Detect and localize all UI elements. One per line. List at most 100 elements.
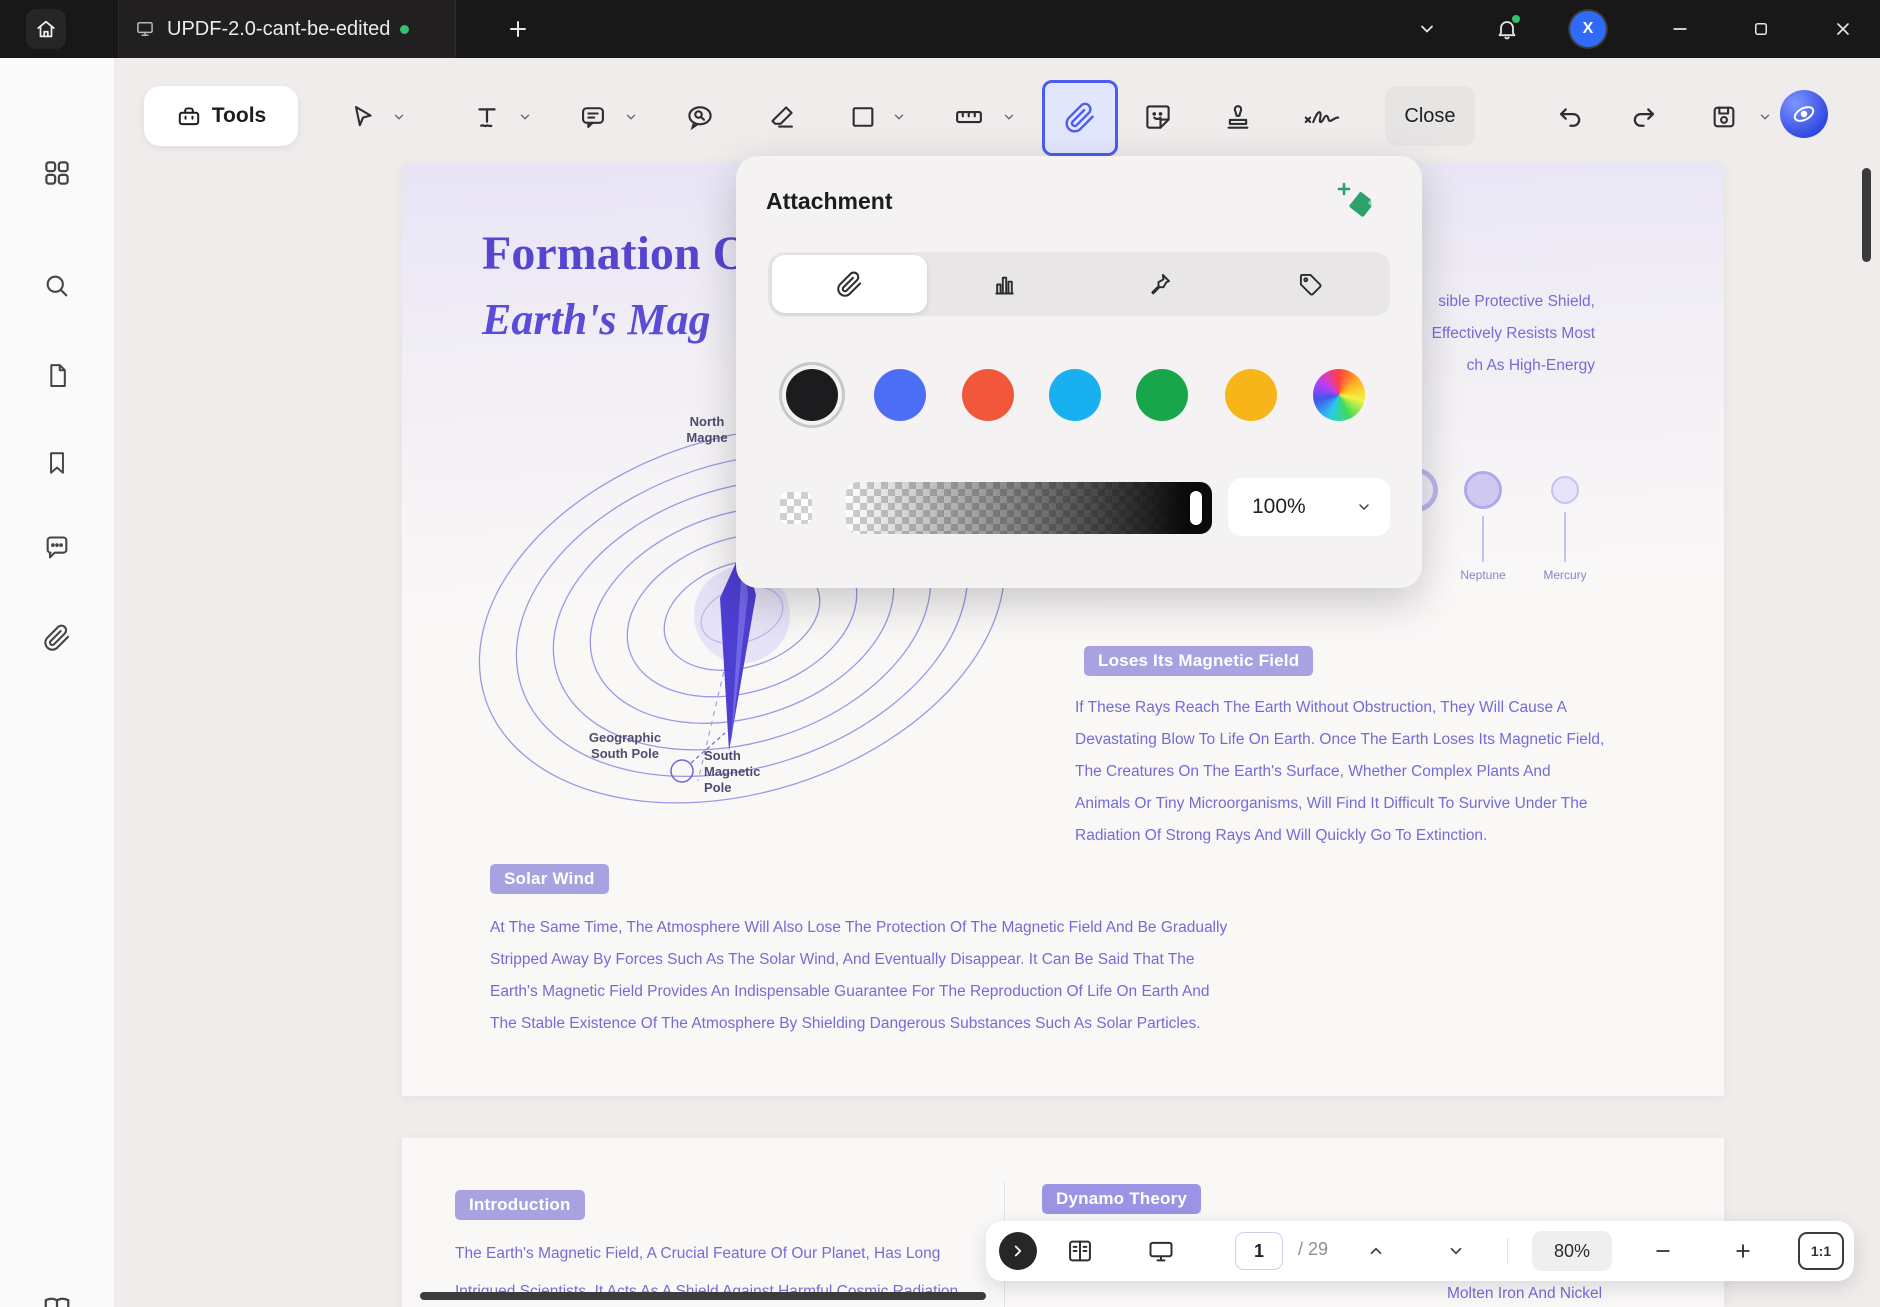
titlebar: UPDF-2.0-cant-be-edited X bbox=[0, 0, 1880, 58]
user-avatar[interactable]: X bbox=[1570, 11, 1606, 47]
eraser-tool[interactable] bbox=[765, 100, 799, 134]
presentation-button[interactable] bbox=[1144, 1234, 1178, 1268]
swatch-yellow[interactable] bbox=[1225, 369, 1277, 421]
badge-dynamo-theory: Dynamo Theory bbox=[1042, 1184, 1202, 1214]
swatch-blue[interactable] bbox=[874, 369, 926, 421]
tab-attachment[interactable] bbox=[772, 255, 927, 313]
opacity-dropdown[interactable]: 100% bbox=[1228, 478, 1390, 536]
paragraph-loses: If These Rays Reach The Earth Without Ob… bbox=[1075, 699, 1605, 844]
swatch-green[interactable] bbox=[1136, 369, 1188, 421]
zoom-level-button[interactable]: 80% bbox=[1532, 1231, 1612, 1271]
save-chevron[interactable] bbox=[1758, 109, 1774, 125]
select-tool[interactable] bbox=[346, 100, 380, 134]
apps-grid-icon[interactable] bbox=[40, 156, 74, 190]
badge-loses-magnetic-field: Loses Its Magnetic Field bbox=[1084, 646, 1314, 676]
opacity-gradient bbox=[846, 482, 1212, 534]
next-page-button[interactable] bbox=[1439, 1234, 1473, 1268]
tools-button-label: Tools bbox=[211, 104, 267, 127]
transparency-chip[interactable] bbox=[780, 492, 812, 524]
left-sidebar bbox=[0, 58, 115, 1307]
avatar-letter: X bbox=[1582, 20, 1594, 37]
titlebar-chevron-down[interactable] bbox=[1409, 11, 1445, 47]
unsaved-changes-dot bbox=[400, 24, 410, 34]
horizontal-scrollbar[interactable] bbox=[420, 1292, 986, 1300]
toolbox-icon bbox=[176, 103, 202, 129]
vertical-scrollbar[interactable] bbox=[1862, 168, 1871, 262]
maximize-button[interactable] bbox=[1743, 11, 1779, 47]
badge-introduction: Introduction bbox=[455, 1190, 585, 1220]
document-tab[interactable]: UPDF-2.0-cant-be-edited bbox=[118, 0, 456, 58]
comment-tool-chevron[interactable] bbox=[624, 109, 640, 125]
close-window-button[interactable] bbox=[1825, 11, 1861, 47]
redo-button[interactable] bbox=[1626, 100, 1660, 134]
previous-page-button[interactable] bbox=[1359, 1234, 1393, 1268]
search-icon[interactable] bbox=[40, 269, 74, 303]
stamp-tool[interactable] bbox=[1221, 100, 1255, 134]
save-button[interactable] bbox=[1707, 100, 1741, 134]
notifications-button[interactable] bbox=[1489, 11, 1525, 47]
attachment-panel-title: Attachment bbox=[766, 188, 893, 214]
paperclip-icon[interactable] bbox=[40, 621, 74, 655]
neptune-tick bbox=[1482, 516, 1484, 562]
square-shape-chevron[interactable] bbox=[892, 109, 908, 125]
intro-line-1: The Earth's Magnetic Field, A Crucial Fe… bbox=[455, 1245, 941, 1262]
reader-mode-icon[interactable] bbox=[40, 1292, 74, 1307]
text-tool[interactable] bbox=[470, 100, 504, 134]
bar-divider bbox=[1507, 1238, 1508, 1264]
swatch-red[interactable] bbox=[962, 369, 1014, 421]
swatch-rainbow[interactable] bbox=[1313, 369, 1365, 421]
monitor-icon bbox=[135, 19, 155, 39]
file-icon[interactable] bbox=[40, 358, 74, 392]
badge-solar-wind: Solar Wind bbox=[490, 864, 609, 894]
square-shape-tool[interactable] bbox=[846, 100, 880, 134]
comment-icon[interactable] bbox=[40, 531, 74, 565]
bookmark-icon[interactable] bbox=[40, 446, 74, 480]
select-tool-chevron[interactable] bbox=[392, 109, 408, 125]
swatch-black[interactable] bbox=[786, 369, 838, 421]
doc-fragment-1: sible Protective Shield, bbox=[1438, 293, 1595, 310]
opacity-slider-handle[interactable] bbox=[1190, 491, 1202, 525]
close-button-label: Close bbox=[1404, 104, 1456, 127]
tab-tag[interactable] bbox=[1233, 252, 1388, 316]
updf-app: Formation O Earth's Mag North Magne Geog… bbox=[0, 0, 1880, 1307]
paragraph-solar-wind: At The Same Time, The Atmosphere Will Al… bbox=[490, 919, 1228, 1032]
notification-dot bbox=[1512, 15, 1520, 23]
opacity-slider[interactable] bbox=[846, 482, 1212, 534]
tools-button[interactable]: Tools bbox=[144, 86, 298, 146]
zoom-value: 80% bbox=[1553, 1240, 1591, 1261]
mercury-tick bbox=[1564, 512, 1566, 562]
attachment-type-tabs bbox=[768, 252, 1390, 316]
zoom-in-button[interactable] bbox=[1726, 1234, 1760, 1268]
chevron-down-icon bbox=[1359, 504, 1369, 511]
minimize-button[interactable] bbox=[1662, 11, 1698, 47]
close-button[interactable]: Close bbox=[1385, 86, 1475, 146]
search-note-tool[interactable] bbox=[683, 100, 717, 134]
swatch-cyan[interactable] bbox=[1049, 369, 1101, 421]
ruler-tool-chevron[interactable] bbox=[1002, 109, 1018, 125]
tab-title: UPDF-2.0-cant-be-edited bbox=[167, 17, 391, 40]
geographic-south-pole-label: Geographic South Pole bbox=[588, 730, 662, 761]
page-number-input[interactable] bbox=[1235, 1232, 1283, 1270]
book-view-button[interactable] bbox=[1063, 1234, 1097, 1268]
attachment-tool[interactable] bbox=[1042, 80, 1118, 156]
tab-pin[interactable] bbox=[1082, 252, 1237, 316]
ai-assistant-button[interactable] bbox=[1780, 90, 1828, 138]
actual-size-button[interactable]: 1:1 bbox=[1798, 1232, 1844, 1270]
sticker-tool[interactable] bbox=[1141, 100, 1175, 134]
ruler-tool[interactable] bbox=[952, 100, 986, 134]
planet-neptune bbox=[1464, 471, 1502, 509]
text-tool-chevron[interactable] bbox=[518, 109, 534, 125]
mercury-label: Mercury bbox=[1543, 568, 1587, 582]
expand-bar-button[interactable] bbox=[999, 1232, 1037, 1270]
undo-button[interactable] bbox=[1554, 100, 1588, 134]
comment-tool[interactable] bbox=[576, 100, 610, 134]
new-tab-button[interactable] bbox=[500, 11, 536, 47]
doc-heading-line1: Formation O bbox=[482, 227, 750, 280]
add-attachment-icon[interactable] bbox=[1334, 176, 1380, 222]
home-button[interactable] bbox=[26, 9, 66, 49]
signature-tool[interactable] bbox=[1300, 100, 1344, 134]
page-navigation-bar: / 29 80% 1:1 bbox=[986, 1221, 1854, 1281]
zoom-out-button[interactable] bbox=[1646, 1234, 1680, 1268]
tab-chart[interactable] bbox=[927, 252, 1082, 316]
south-magnetic-pole-label: South Magnetic Pole bbox=[704, 748, 761, 795]
